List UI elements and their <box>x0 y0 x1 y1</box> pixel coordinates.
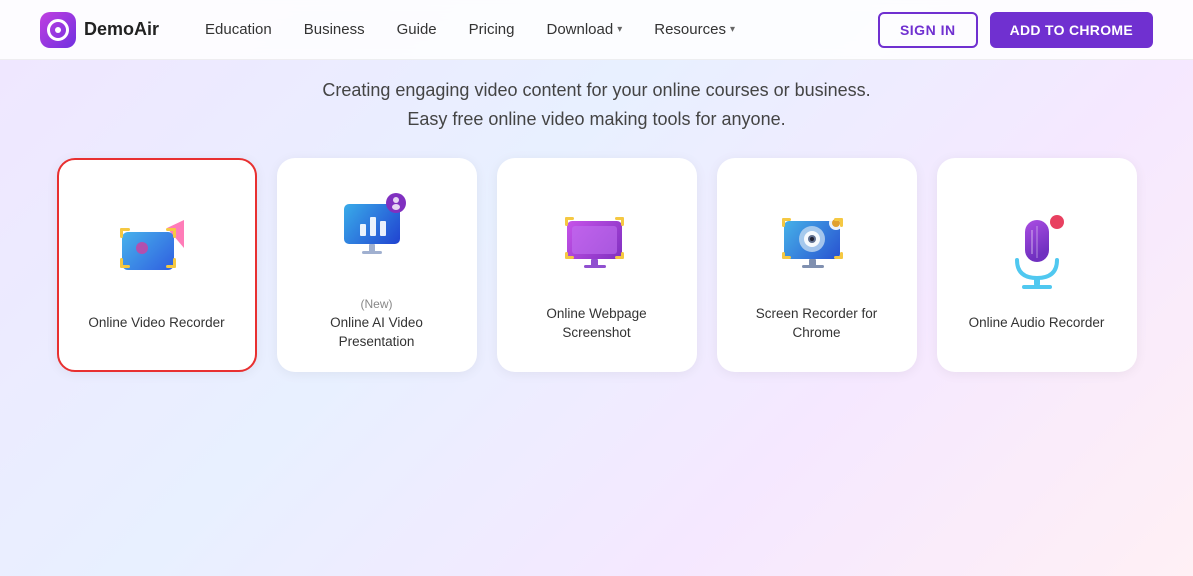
card-online-video-recorder[interactable]: Online Video Recorder <box>57 158 257 373</box>
nav-item-business[interactable]: Business <box>290 13 379 46</box>
logo[interactable]: DemoAir <box>40 12 159 48</box>
navbar-actions: SIGN IN ADD TO CHROME <box>878 12 1153 48</box>
card-online-audio-recorder[interactable]: Online Audio Recorder <box>937 158 1137 373</box>
video-recorder-icon <box>107 200 207 300</box>
card-online-ai-video-presentation[interactable]: (New) Online AI Video Presentation <box>277 158 477 373</box>
nav-item-guide[interactable]: Guide <box>383 13 451 46</box>
audio-recorder-icon <box>987 200 1087 300</box>
card-online-webpage-screenshot[interactable]: Online Webpage Screenshot <box>497 158 697 373</box>
logo-icon <box>40 12 76 48</box>
card-label: Online Video Recorder <box>88 314 224 333</box>
chevron-down-icon: ▾ <box>617 24 622 35</box>
nav-item-pricing[interactable]: Pricing <box>455 13 529 46</box>
hero-line1: Creating engaging video content for your… <box>20 76 1173 105</box>
card-screen-recorder-chrome[interactable]: Screen Recorder for Chrome <box>717 158 917 373</box>
add-to-chrome-button[interactable]: ADD TO CHROME <box>990 12 1153 48</box>
nav-item-download[interactable]: Download ▾ <box>533 13 637 46</box>
logo-text: DemoAir <box>84 19 159 40</box>
hero-section: Creating engaging video content for your… <box>0 60 1193 158</box>
cards-section: Online Video Recorder <box>0 158 1193 373</box>
hero-line2: Easy free online video making tools for … <box>20 105 1173 134</box>
ai-presentation-icon <box>327 182 427 282</box>
navbar: DemoAir Education Business Guide Pricing… <box>0 0 1193 60</box>
card-label: Online Webpage Screenshot <box>513 305 681 343</box>
nav-item-education[interactable]: Education <box>191 13 286 46</box>
card-label: (New) Online AI Video Presentation <box>293 296 461 353</box>
card-label: Online Audio Recorder <box>969 314 1105 333</box>
nav-item-resources[interactable]: Resources ▾ <box>640 13 749 46</box>
screen-recorder-icon <box>767 191 867 291</box>
card-label: Screen Recorder for Chrome <box>733 305 901 343</box>
webpage-screenshot-icon <box>547 191 647 291</box>
navbar-nav: Education Business Guide Pricing Downloa… <box>191 13 878 46</box>
signin-button[interactable]: SIGN IN <box>878 12 978 48</box>
chevron-down-icon: ▾ <box>730 24 735 35</box>
